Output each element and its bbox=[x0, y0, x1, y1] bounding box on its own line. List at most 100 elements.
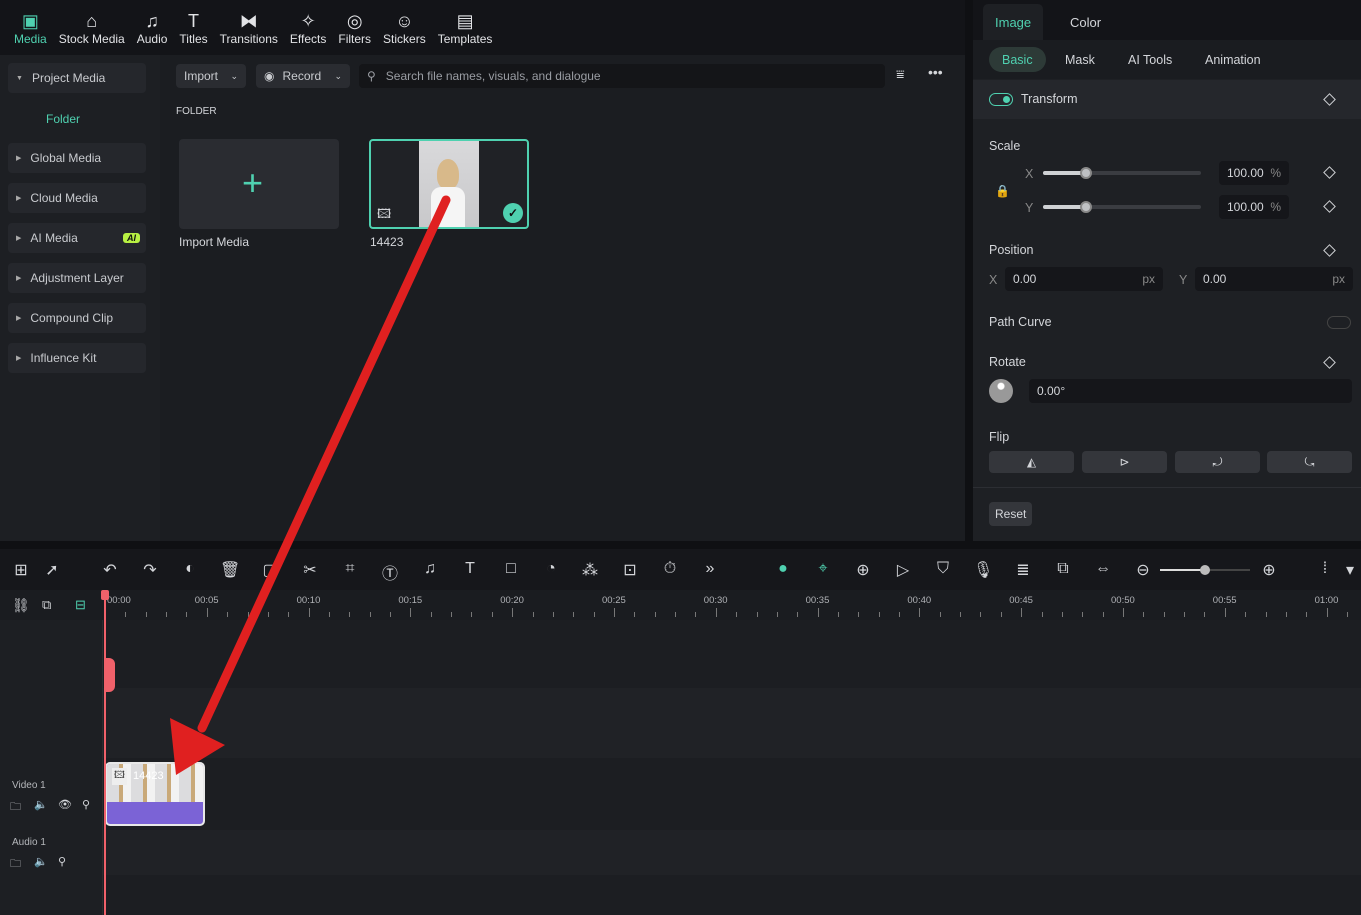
play-icon[interactable]: ▷ bbox=[893, 560, 913, 580]
subtab-mask[interactable]: Mask bbox=[1052, 47, 1108, 72]
sidebar-item-adjustment-layer[interactable]: ▶ Adjustment Layer bbox=[8, 263, 146, 293]
text-icon[interactable]: T bbox=[460, 560, 480, 578]
speech-icon[interactable]: Ⓣ bbox=[380, 560, 400, 584]
reset-button[interactable]: Reset bbox=[989, 502, 1033, 526]
redo-icon[interactable]: ↷ bbox=[140, 560, 160, 580]
keyframe-diamond-icon[interactable] bbox=[1323, 356, 1336, 369]
color-icon[interactable]: ⁂ bbox=[580, 560, 600, 580]
flip-horizontal-button[interactable]: ◭ bbox=[989, 451, 1074, 473]
keyframe-diamond-icon[interactable] bbox=[1323, 166, 1336, 179]
position-x-input[interactable]: 0.00 px bbox=[1005, 267, 1163, 291]
transform-toggle[interactable] bbox=[989, 93, 1013, 106]
playhead-handle[interactable] bbox=[101, 590, 109, 600]
search-input[interactable]: ⚲ Search file names, visuals, and dialogu… bbox=[359, 64, 885, 88]
rotate-right-button[interactable]: ⤾ bbox=[1175, 451, 1260, 473]
ruler-tick bbox=[491, 612, 493, 617]
flip-vertical-button[interactable]: ⊳ bbox=[1082, 451, 1167, 473]
select-icon[interactable]: ➚ bbox=[42, 560, 62, 580]
zoom-out-icon[interactable]: ⊖ bbox=[1133, 560, 1153, 580]
sidebar-item-global-media[interactable]: ▶ Global Media bbox=[8, 143, 146, 173]
link-icon[interactable]: ⧉ bbox=[42, 597, 51, 613]
filter-icon: ◎ bbox=[346, 10, 363, 31]
nav-stickers[interactable]: ☺ Stickers bbox=[377, 0, 432, 55]
dropdown-icon[interactable]: ▾ bbox=[1340, 560, 1360, 580]
rotate-dial[interactable] bbox=[989, 379, 1013, 403]
scale-x-input[interactable]: 100.00% bbox=[1219, 161, 1289, 185]
folder-lock-icon[interactable]: 🗀 bbox=[10, 798, 21, 817]
magic-icon[interactable]: ⚲ bbox=[82, 798, 90, 811]
playhead[interactable] bbox=[104, 590, 106, 915]
track-manager-icon[interactable]: ⊟ bbox=[75, 597, 86, 613]
replace-icon[interactable]: ⧉ bbox=[1053, 560, 1073, 578]
subtab-ai-tools[interactable]: AI Tools bbox=[1115, 47, 1185, 72]
music-icon[interactable]: ♫ bbox=[420, 560, 440, 578]
scale-x-slider[interactable] bbox=[1043, 167, 1201, 179]
sidebar-item-label: Adjustment Layer bbox=[30, 271, 124, 285]
mic-icon[interactable]: 🎙 bbox=[973, 560, 993, 580]
speaker-icon[interactable]: 🔈 bbox=[34, 855, 48, 868]
tab-color[interactable]: Color bbox=[1058, 4, 1113, 40]
sidebar-item-project-media[interactable]: ▼ Project Media bbox=[8, 63, 146, 93]
eye-icon[interactable]: 👁 bbox=[58, 798, 72, 811]
delete-icon[interactable]: 🗑 bbox=[220, 560, 240, 580]
timer-icon[interactable]: ⏱ bbox=[660, 560, 680, 578]
sidebar-item-cloud-media[interactable]: ▶ Cloud Media bbox=[8, 183, 146, 213]
speed-icon[interactable]: ◔ bbox=[541, 560, 561, 578]
split-icon[interactable]: ▢ bbox=[260, 560, 280, 580]
shape-icon[interactable]: □ bbox=[501, 560, 521, 578]
sidebar-item-ai-media[interactable]: ▶ AI Media AI bbox=[8, 223, 146, 253]
scale-y-slider[interactable] bbox=[1043, 201, 1201, 213]
nav-templates[interactable]: ▤ Templates bbox=[432, 0, 499, 55]
ai-video-icon[interactable]: ⊕ bbox=[853, 560, 873, 580]
lock-icon[interactable]: 🔒 bbox=[995, 184, 1010, 198]
snap-icon[interactable]: ⌖ bbox=[813, 560, 833, 578]
subtab-animation[interactable]: Animation bbox=[1192, 47, 1274, 72]
ai-copilot-icon[interactable]: ● bbox=[773, 560, 793, 578]
speaker-icon[interactable]: 🔈 bbox=[34, 798, 48, 811]
nav-effects[interactable]: ✧ Effects bbox=[284, 0, 332, 55]
rotate-left-button[interactable]: ⤿ bbox=[1267, 451, 1352, 473]
record-button[interactable]: ◉ Record ⌄ bbox=[256, 64, 350, 88]
media-clip-thumbnail[interactable]: 🖾 ✓ bbox=[369, 139, 529, 229]
more-icon[interactable]: ••• bbox=[928, 64, 943, 80]
unlink-icon[interactable]: ⛓ bbox=[12, 597, 30, 614]
nav-media[interactable]: ▣ Media bbox=[8, 0, 53, 55]
timeline-clip[interactable]: 🖾 14423 bbox=[105, 762, 205, 826]
more-tools-icon[interactable]: » bbox=[700, 560, 720, 578]
folder-lock-icon[interactable]: 🗀 bbox=[10, 855, 21, 874]
scale-y-input[interactable]: 100.00% bbox=[1219, 195, 1289, 219]
import-media-card[interactable]: + bbox=[179, 139, 339, 229]
position-y-input[interactable]: 0.00 px bbox=[1195, 267, 1353, 291]
shield-icon[interactable]: ⛉ bbox=[933, 560, 953, 578]
ruler-label: 00:00 bbox=[107, 595, 131, 606]
tab-image[interactable]: Image bbox=[983, 4, 1044, 40]
fit-icon[interactable]: ⇔ bbox=[1093, 560, 1113, 578]
nav-stock-media[interactable]: ⌂ Stock Media bbox=[53, 0, 131, 55]
ai-portrait-icon[interactable]: ⊡ bbox=[620, 560, 640, 580]
keyframe-diamond-icon[interactable] bbox=[1323, 200, 1336, 213]
nav-titles[interactable]: T Titles bbox=[173, 0, 213, 55]
sidebar-item-compound-clip[interactable]: ▶ Compound Clip bbox=[8, 303, 146, 333]
filter-icon[interactable]: ⩸ bbox=[896, 66, 905, 83]
path-curve-toggle[interactable] bbox=[1327, 316, 1351, 329]
layout-icon[interactable]: ⊞ bbox=[11, 560, 31, 580]
playhead-marker[interactable] bbox=[104, 658, 115, 692]
grid-view-icon[interactable]: ⁞ bbox=[1315, 560, 1335, 578]
magic-icon[interactable]: ⚲ bbox=[58, 855, 66, 868]
subtab-basic[interactable]: Basic bbox=[989, 47, 1046, 72]
cut-icon[interactable]: ✂ bbox=[300, 560, 320, 580]
sidebar-item-folder[interactable]: Folder bbox=[46, 112, 80, 126]
nav-transitions[interactable]: ⧓ Transitions bbox=[214, 0, 284, 55]
nav-audio[interactable]: ♫ Audio bbox=[131, 0, 174, 55]
zoom-in-icon[interactable]: ⊕ bbox=[1259, 560, 1279, 580]
undo-icon[interactable]: ↶ bbox=[100, 560, 120, 580]
sidebar-item-influence-kit[interactable]: ▶ Influence Kit bbox=[8, 343, 146, 373]
import-button[interactable]: Import ⌄ bbox=[176, 64, 246, 88]
keyframe-diamond-icon[interactable] bbox=[1323, 244, 1336, 257]
ai-audio-icon[interactable]: ◐ bbox=[180, 560, 200, 578]
nav-filters[interactable]: ◎ Filters bbox=[332, 0, 377, 55]
crop-icon[interactable]: ⌗ bbox=[340, 560, 360, 578]
audio-list-icon[interactable]: ≣ bbox=[1013, 560, 1033, 580]
rotate-input[interactable]: 0.00° bbox=[1029, 379, 1352, 403]
zoom-slider[interactable] bbox=[1160, 565, 1250, 575]
